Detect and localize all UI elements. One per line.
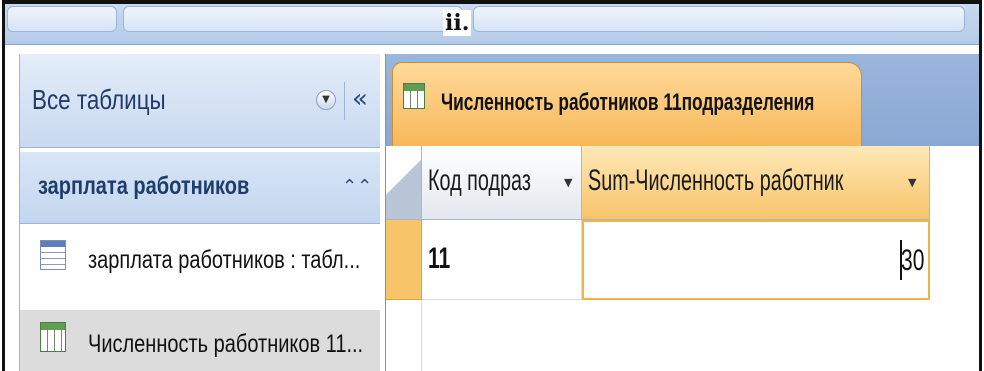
document-area: Численность работников 11подразделения К… — [385, 54, 979, 371]
ribbon-strip — [5, 0, 979, 45]
row-selector[interactable] — [386, 220, 422, 300]
query-icon — [40, 322, 66, 352]
figure-caption: ii. — [443, 10, 472, 36]
new-record-row — [386, 300, 979, 371]
nav-item-salary-table[interactable]: зарплата работников : табл... — [20, 226, 380, 296]
dropdown-arrow-icon[interactable]: ▼ — [564, 176, 572, 189]
query-icon — [403, 83, 425, 109]
double-chevron-up-icon[interactable]: ⌃⌃ — [342, 176, 372, 197]
grid-empty-space — [930, 146, 979, 220]
column-header-label: Код подраз — [428, 164, 531, 197]
navigation-pane-header[interactable]: Все таблицы ▼ « — [20, 54, 380, 148]
cell-value: 30 — [900, 244, 924, 277]
double-chevron-left-icon[interactable]: « — [352, 84, 368, 114]
cell-dept-code[interactable]: 11 — [422, 220, 582, 300]
chevron-down-circle-icon[interactable]: ▼ — [316, 90, 336, 110]
column-header-sum-headcount[interactable]: Sum-Численность работник ▼ — [582, 146, 930, 220]
ribbon-group[interactable] — [123, 6, 463, 32]
ribbon-group[interactable] — [473, 6, 965, 32]
datasheet-grid: Код подраз ▼ Sum-Численность работник ▼ … — [385, 146, 979, 371]
dropdown-arrow-icon[interactable]: ▼ — [908, 176, 916, 189]
nav-item-headcount-query[interactable]: Численность работников 11... — [20, 310, 380, 371]
document-tab-strip: Численность работников 11подразделения — [385, 54, 979, 146]
table-icon — [40, 240, 66, 270]
cell-value: 11 — [428, 242, 451, 275]
navigation-pane: Все таблицы ▼ « зарплата работников ⌃⌃ з… — [19, 54, 380, 371]
nav-group-header[interactable]: зарплата работников ⌃⌃ — [20, 152, 380, 224]
select-all-button[interactable] — [386, 146, 422, 220]
nav-item-label: зарплата работников : табл... — [88, 246, 361, 274]
tab-label: Численность работников 11подразделения — [441, 89, 815, 116]
table-row: 11 30 — [386, 220, 979, 300]
row-selector[interactable] — [386, 300, 422, 371]
navigation-pane-title: Все таблицы — [32, 84, 166, 115]
tab-headcount-query[interactable]: Численность работников 11подразделения — [392, 62, 862, 146]
cell-sum-headcount[interactable]: 30 — [582, 220, 930, 300]
nav-item-label: Численность работников 11... — [88, 330, 364, 358]
divider — [344, 82, 345, 120]
nav-group-title: зарплата работников — [38, 172, 250, 200]
access-window: ii. Все таблицы ▼ « зарплата работников … — [2, 0, 982, 371]
header-row: Код подраз ▼ Sum-Численность работник ▼ — [386, 146, 979, 220]
column-header-label: Sum-Численность работник — [588, 164, 844, 197]
column-header-dept-code[interactable]: Код подраз ▼ — [422, 146, 582, 220]
ribbon-group[interactable] — [7, 6, 117, 32]
text-cursor — [900, 240, 902, 280]
